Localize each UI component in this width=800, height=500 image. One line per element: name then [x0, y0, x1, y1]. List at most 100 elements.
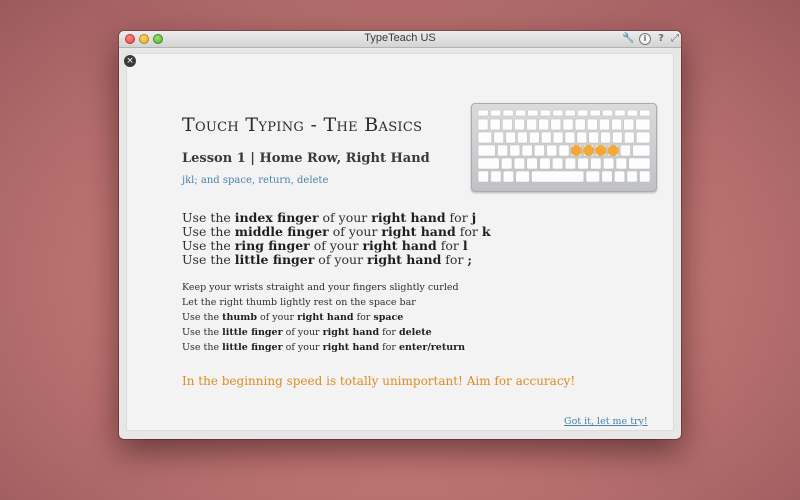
keyboard-key — [614, 170, 626, 183]
keyboard-key — [626, 109, 638, 117]
tip-line: Keep your wrists straight and your finge… — [182, 282, 459, 293]
keyboard-key — [611, 118, 622, 131]
keyboard-key — [517, 131, 528, 144]
keyboard-key — [632, 144, 651, 157]
tips-list: Keep your wrists straight and your finge… — [182, 280, 465, 355]
app-window: TypeTeach US 🔧 i ? ⤢ × Touch Typing - Th… — [119, 31, 681, 439]
keyboard-key — [602, 109, 613, 117]
keyboard-key — [541, 131, 552, 144]
tip-line: Use the little finger of your right hand… — [182, 342, 466, 353]
keyboard-key — [624, 131, 635, 144]
finger-position-marker — [607, 145, 619, 156]
keyboard-key — [590, 157, 602, 170]
keyboard-key — [502, 118, 513, 131]
keyboard-key — [515, 109, 526, 117]
keyboard-key — [639, 170, 651, 183]
keyboard-key — [490, 170, 502, 183]
finger-rule: Use the middle finger of your right hand… — [182, 224, 491, 239]
wrench-icon[interactable]: 🔧 — [622, 33, 634, 45]
finger-rule: Use the little finger of your right hand… — [182, 252, 473, 267]
keyboard-key — [620, 144, 631, 157]
keyboard-key — [477, 109, 489, 117]
keyboard-key — [599, 118, 610, 131]
keyboard-key — [515, 170, 530, 183]
keyboard-key — [603, 157, 615, 170]
window-title: TypeTeach US — [364, 32, 436, 44]
keyboard-key — [493, 131, 504, 144]
keyboard-key — [521, 144, 533, 157]
lesson-subtitle: Lesson 1 | Home Row, Right Hand — [182, 151, 430, 166]
keyboard-key — [562, 118, 574, 131]
keyboard-key — [527, 109, 539, 117]
got-it-button[interactable]: Got it, let me try! — [564, 416, 648, 427]
tip-line: Use the thumb of your right hand for spa… — [182, 312, 404, 323]
keyboard-key — [552, 131, 564, 144]
keyboard-key — [615, 157, 627, 170]
keyboard-preview — [471, 103, 657, 192]
keyboard-key — [477, 144, 496, 157]
keyboard-key — [550, 118, 562, 131]
keyboard-key — [538, 118, 550, 131]
keyboard-key — [600, 131, 611, 144]
keyboard-key — [558, 144, 570, 157]
keyboard-key — [587, 118, 598, 131]
lesson-keys: jkl; and space, return, delete — [182, 175, 329, 186]
keyboard-key — [589, 109, 601, 117]
keyboard-key — [639, 109, 651, 117]
keyboard-key — [502, 109, 514, 117]
expand-icon[interactable]: ⤢ — [669, 33, 681, 45]
keyboard-key — [585, 170, 600, 183]
keyboard-key — [490, 109, 502, 117]
lesson-panel: Touch Typing - The Basics Lesson 1 | Hom… — [126, 53, 674, 431]
keyboard-key — [577, 109, 589, 117]
keyboard-key — [477, 170, 489, 183]
keyboard-key — [477, 157, 500, 170]
keyboard-illustration — [477, 109, 651, 183]
keyboard-key — [635, 118, 651, 131]
keyboard-key — [614, 109, 626, 117]
keyboard-key — [497, 144, 508, 157]
keyboard-key — [513, 157, 525, 170]
tip-line: Let the right thumb lightly rest on the … — [182, 297, 416, 308]
keyboard-key — [546, 144, 558, 157]
keyboard-key — [564, 109, 576, 117]
keyboard-key — [509, 144, 521, 157]
keyboard-key — [564, 131, 576, 144]
keyboard-key — [529, 131, 540, 144]
lesson-title: Touch Typing - The Basics — [182, 114, 423, 136]
keyboard-key — [501, 157, 513, 170]
keyboard-key — [552, 109, 564, 117]
keyboard-key — [623, 118, 635, 131]
keyboard-key — [477, 118, 489, 131]
help-icon[interactable]: ? — [655, 33, 667, 45]
keyboard-key — [514, 118, 525, 131]
finger-rule: Use the index finger of your right hand … — [182, 210, 477, 225]
keyboard-key — [505, 131, 516, 144]
keyboard-key — [635, 131, 651, 144]
finger-rules-list: Use the index finger of your right hand … — [182, 211, 490, 267]
keyboard-key — [502, 170, 514, 183]
keyboard-key — [539, 157, 551, 170]
accuracy-tip: In the beginning speed is totally unimpo… — [182, 374, 576, 388]
keyboard-key — [552, 157, 564, 170]
finger-position-marker — [595, 145, 607, 156]
keyboard-key — [564, 157, 576, 170]
keyboard-key — [588, 131, 599, 144]
close-lesson-icon[interactable]: × — [124, 55, 136, 67]
tip-line: Use the little finger of your right hand… — [182, 327, 432, 338]
keyboard-key — [526, 157, 538, 170]
keyboard-key — [576, 131, 588, 144]
keyboard-key — [526, 118, 537, 131]
title-bar[interactable]: TypeTeach US 🔧 i ? ⤢ — [119, 31, 681, 48]
finger-rule: Use the ring finger of your right hand f… — [182, 238, 468, 253]
keyboard-key — [628, 157, 651, 170]
keyboard-key — [574, 118, 586, 131]
finger-position-marker — [583, 145, 595, 156]
keyboard-key — [477, 131, 493, 144]
keyboard-key — [577, 157, 589, 170]
keyboard-key — [601, 170, 613, 183]
keyboard-key — [534, 144, 545, 157]
info-icon[interactable]: i — [639, 33, 651, 45]
keyboard-key — [539, 109, 551, 117]
keyboard-key — [489, 118, 501, 131]
